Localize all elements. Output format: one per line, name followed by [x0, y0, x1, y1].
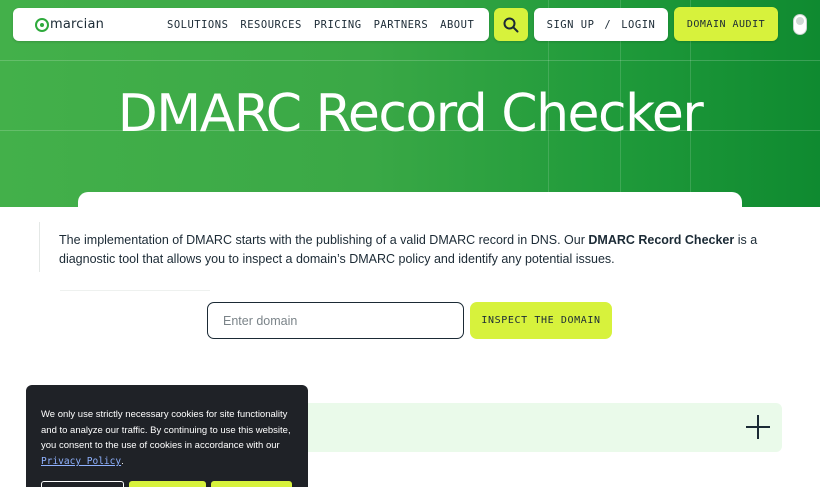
cookie-settings-button[interactable] [41, 481, 124, 487]
auth-separator: / [604, 18, 612, 31]
nav-link-about[interactable]: ABOUT [440, 19, 474, 31]
main-nav: marcian SOLUTIONS RESOURCES PRICING PART… [13, 8, 489, 41]
divider [60, 290, 210, 291]
hero-tab-shape [78, 192, 742, 207]
nav-link-resources[interactable]: RESOURCES [240, 19, 301, 31]
page: DMARC Record Checker marcian SOLUTIONS R… [0, 0, 820, 487]
search-icon [503, 17, 519, 32]
page-title: DMARC Record Checker [117, 84, 704, 144]
intro-text-bold: DMARC Record Checker [588, 233, 735, 247]
intro-section: The implementation of DMARC starts with … [39, 222, 769, 272]
sign-up-link[interactable]: SIGN UP [547, 19, 595, 31]
hero-grid-line [0, 60, 820, 61]
privacy-policy-link[interactable]: Privacy Policy [41, 456, 121, 467]
nav-link-partners[interactable]: PARTNERS [374, 19, 429, 31]
cookie-accept-button[interactable] [211, 481, 292, 487]
intro-text-start: The implementation of DMARC starts with … [59, 233, 589, 247]
logo-text: marcian [50, 17, 105, 32]
cookie-suffix: . [121, 455, 124, 467]
logo[interactable]: marcian [35, 17, 167, 32]
cookie-text: We only use strictly necessary cookies f… [41, 407, 294, 469]
login-link[interactable]: LOGIN [621, 19, 655, 31]
accordion-item[interactable] [300, 403, 782, 452]
nav-link-solutions[interactable]: SOLUTIONS [167, 19, 228, 31]
cookie-decline-button[interactable] [129, 481, 206, 487]
cookie-banner: We only use strictly necessary cookies f… [26, 385, 308, 487]
dmarcian-logo-icon [35, 17, 49, 32]
nav-links: SOLUTIONS RESOURCES PRICING PARTNERS ABO… [167, 19, 474, 31]
theme-toggle[interactable] [793, 14, 807, 35]
domain-input[interactable] [207, 302, 464, 339]
auth-links: SIGN UP / LOGIN [534, 8, 668, 41]
cookie-message: We only use strictly necessary cookies f… [41, 409, 291, 452]
domain-audit-button[interactable]: DOMAIN AUDIT [674, 7, 778, 41]
inspect-domain-button[interactable]: INSPECT THE DOMAIN [470, 302, 612, 339]
nav-link-pricing[interactable]: PRICING [314, 19, 362, 31]
intro-text: The implementation of DMARC starts with … [59, 231, 769, 269]
search-button[interactable] [494, 8, 528, 41]
plus-icon[interactable] [746, 415, 770, 439]
